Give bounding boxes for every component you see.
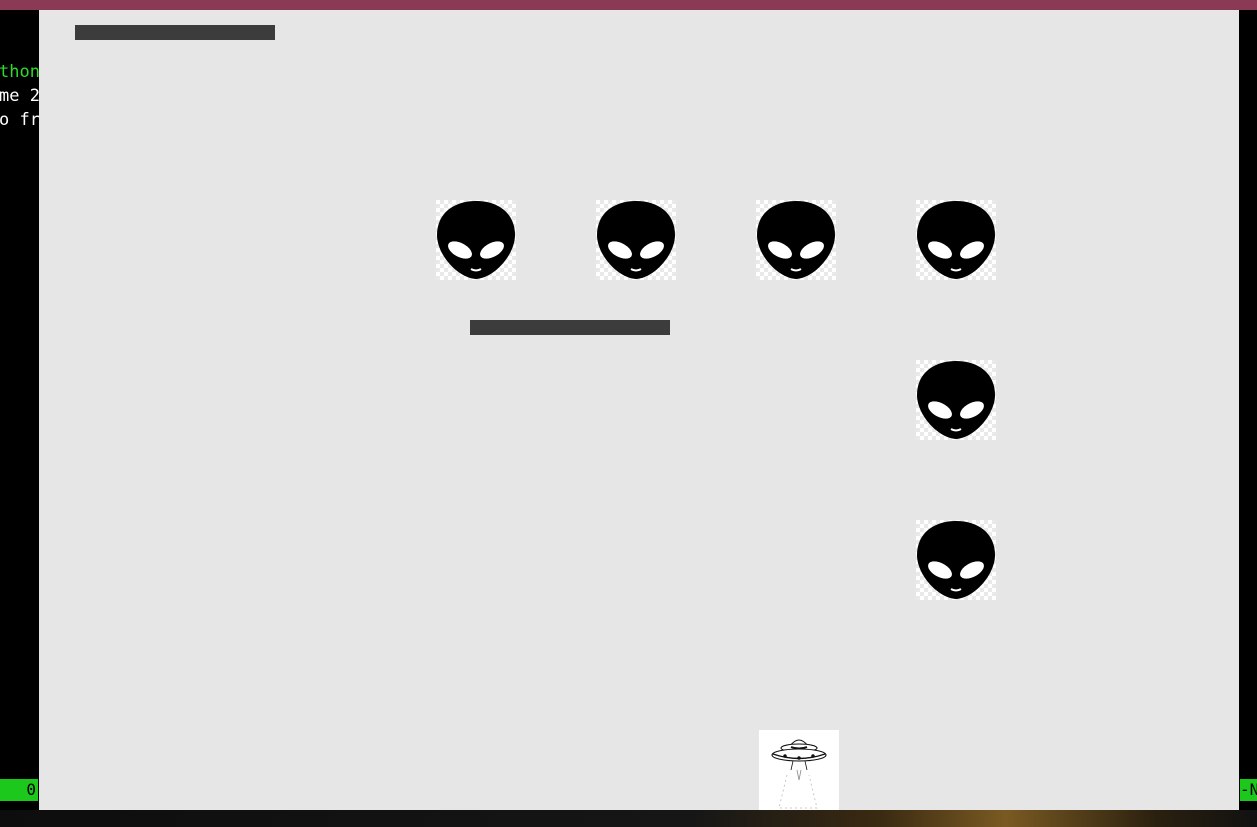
alien-head-icon [916, 200, 996, 280]
game-window[interactable] [39, 10, 1239, 810]
desktop-top-bar [0, 0, 1257, 10]
alien-enemy [756, 200, 836, 280]
barrier-bar [470, 320, 670, 335]
alien-head-icon [596, 200, 676, 280]
alien-enemy [596, 200, 676, 280]
terminal-line: ython [0, 62, 40, 82]
top-left-bar [75, 25, 275, 40]
player-ship[interactable] [759, 730, 839, 810]
ufo-icon [771, 739, 827, 809]
alien-enemy [916, 520, 996, 600]
terminal-status-right: -N [1240, 779, 1257, 801]
alien-enemy [916, 360, 996, 440]
alien-enemy [916, 200, 996, 280]
alien-head-icon [916, 360, 996, 440]
background-terminal: ython ame 2 lo fr [0, 60, 40, 820]
alien-enemy [436, 200, 516, 280]
terminal-line: ame 2 [0, 86, 40, 106]
alien-head-icon [436, 200, 516, 280]
alien-head-icon [916, 520, 996, 600]
alien-head-icon [756, 200, 836, 280]
terminal-line: lo fr [0, 110, 40, 130]
terminal-status-left: 0 [0, 779, 38, 801]
desktop-wallpaper-strip [0, 810, 1257, 827]
